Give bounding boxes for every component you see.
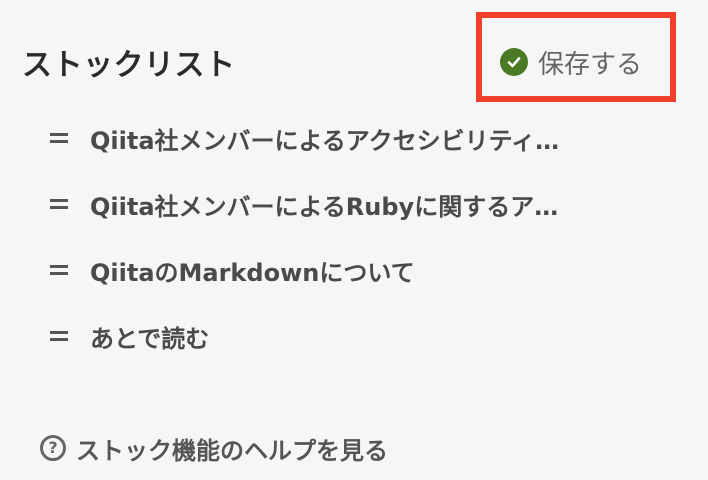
drag-handle-icon[interactable] xyxy=(48,197,70,211)
stock-list-item[interactable]: Qiita社メンバーによるRubyに関するア… xyxy=(48,182,668,226)
check-circle-icon xyxy=(500,48,528,76)
stock-list-item[interactable]: Qiita社メンバーによるアクセシビリティ… xyxy=(48,116,668,160)
save-button[interactable]: 保存する xyxy=(500,40,642,84)
stock-list-item[interactable]: あとで読む xyxy=(48,314,668,358)
save-button-label: 保存する xyxy=(538,49,643,80)
stock-list-item-label: Qiita社メンバーによるRubyに関するア… xyxy=(90,192,559,221)
question-circle-icon: ? xyxy=(40,435,66,461)
stock-list-item-label: あとで読む xyxy=(90,324,210,353)
drag-handle-icon[interactable] xyxy=(48,329,70,343)
help-link-label: ストック機能のヘルプを見る xyxy=(76,436,388,465)
drag-handle-icon[interactable] xyxy=(48,263,70,277)
stock-list-item-label: QiitaのMarkdownについて xyxy=(90,258,415,287)
stock-list-item-label: Qiita社メンバーによるアクセシビリティ… xyxy=(90,126,560,155)
help-link[interactable]: ? ストック機能のヘルプを見る xyxy=(40,428,388,468)
drag-handle-icon[interactable] xyxy=(48,131,70,145)
stock-list: Qiita社メンバーによるアクセシビリティ… Qiita社メンバーによるRuby… xyxy=(48,116,668,380)
stock-list-item[interactable]: QiitaのMarkdownについて xyxy=(48,248,668,292)
panel-title: ストックリスト xyxy=(22,48,236,83)
stock-list-panel: ストックリスト 保存する Qiita社メンバーによるアクセシビリティ… Qiit… xyxy=(0,0,708,480)
